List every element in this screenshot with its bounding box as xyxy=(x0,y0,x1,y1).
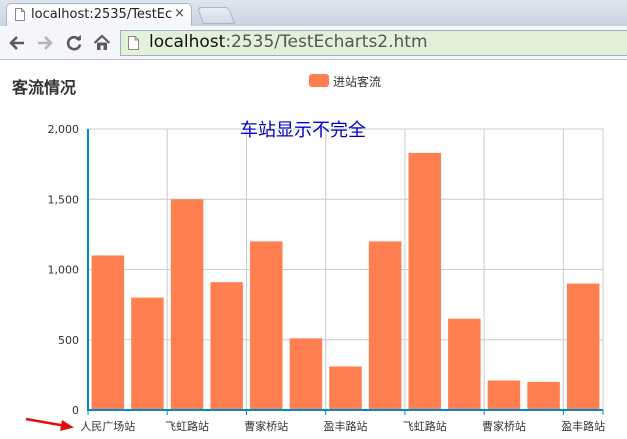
bar xyxy=(329,366,362,410)
bar-chart: 0 500 1,000 1,500 2,000 人民广场站 飞虹路站 曹家桥站 盈丰路站 飞虹路站… xyxy=(25,123,605,433)
bar xyxy=(566,283,600,410)
bar xyxy=(368,241,402,410)
y-tick-label: 1,000 xyxy=(48,264,80,277)
x-tick-label: 飞虹路站 xyxy=(165,419,209,433)
bar xyxy=(170,199,204,410)
bar xyxy=(131,297,164,410)
y-tick-label: 0 xyxy=(72,404,79,417)
x-tick-label: 曹家桥站 xyxy=(482,419,526,433)
x-tick-label: 人民广场站 xyxy=(80,419,135,433)
pointer-arrow-line xyxy=(25,417,67,428)
y-tick-label: 1,500 xyxy=(48,193,80,206)
y-tick-label: 2,000 xyxy=(48,123,80,136)
pointer-arrow-head xyxy=(60,420,74,431)
bar xyxy=(448,318,481,410)
bar xyxy=(487,380,521,410)
y-tick-label: 500 xyxy=(58,334,79,347)
bar xyxy=(289,338,323,410)
x-tick-label: 曹家桥站 xyxy=(244,419,288,433)
bar xyxy=(250,241,283,410)
bar xyxy=(527,381,560,410)
x-tick-label: 飞虹路站 xyxy=(403,419,447,433)
bar xyxy=(91,255,125,410)
annotation-text: 车站显示不完全 xyxy=(240,120,366,141)
bar xyxy=(408,152,441,410)
x-tick-label: 盈丰路站 xyxy=(324,419,368,433)
x-tick-label: 盈丰路站 xyxy=(561,419,605,433)
bar xyxy=(210,282,243,410)
